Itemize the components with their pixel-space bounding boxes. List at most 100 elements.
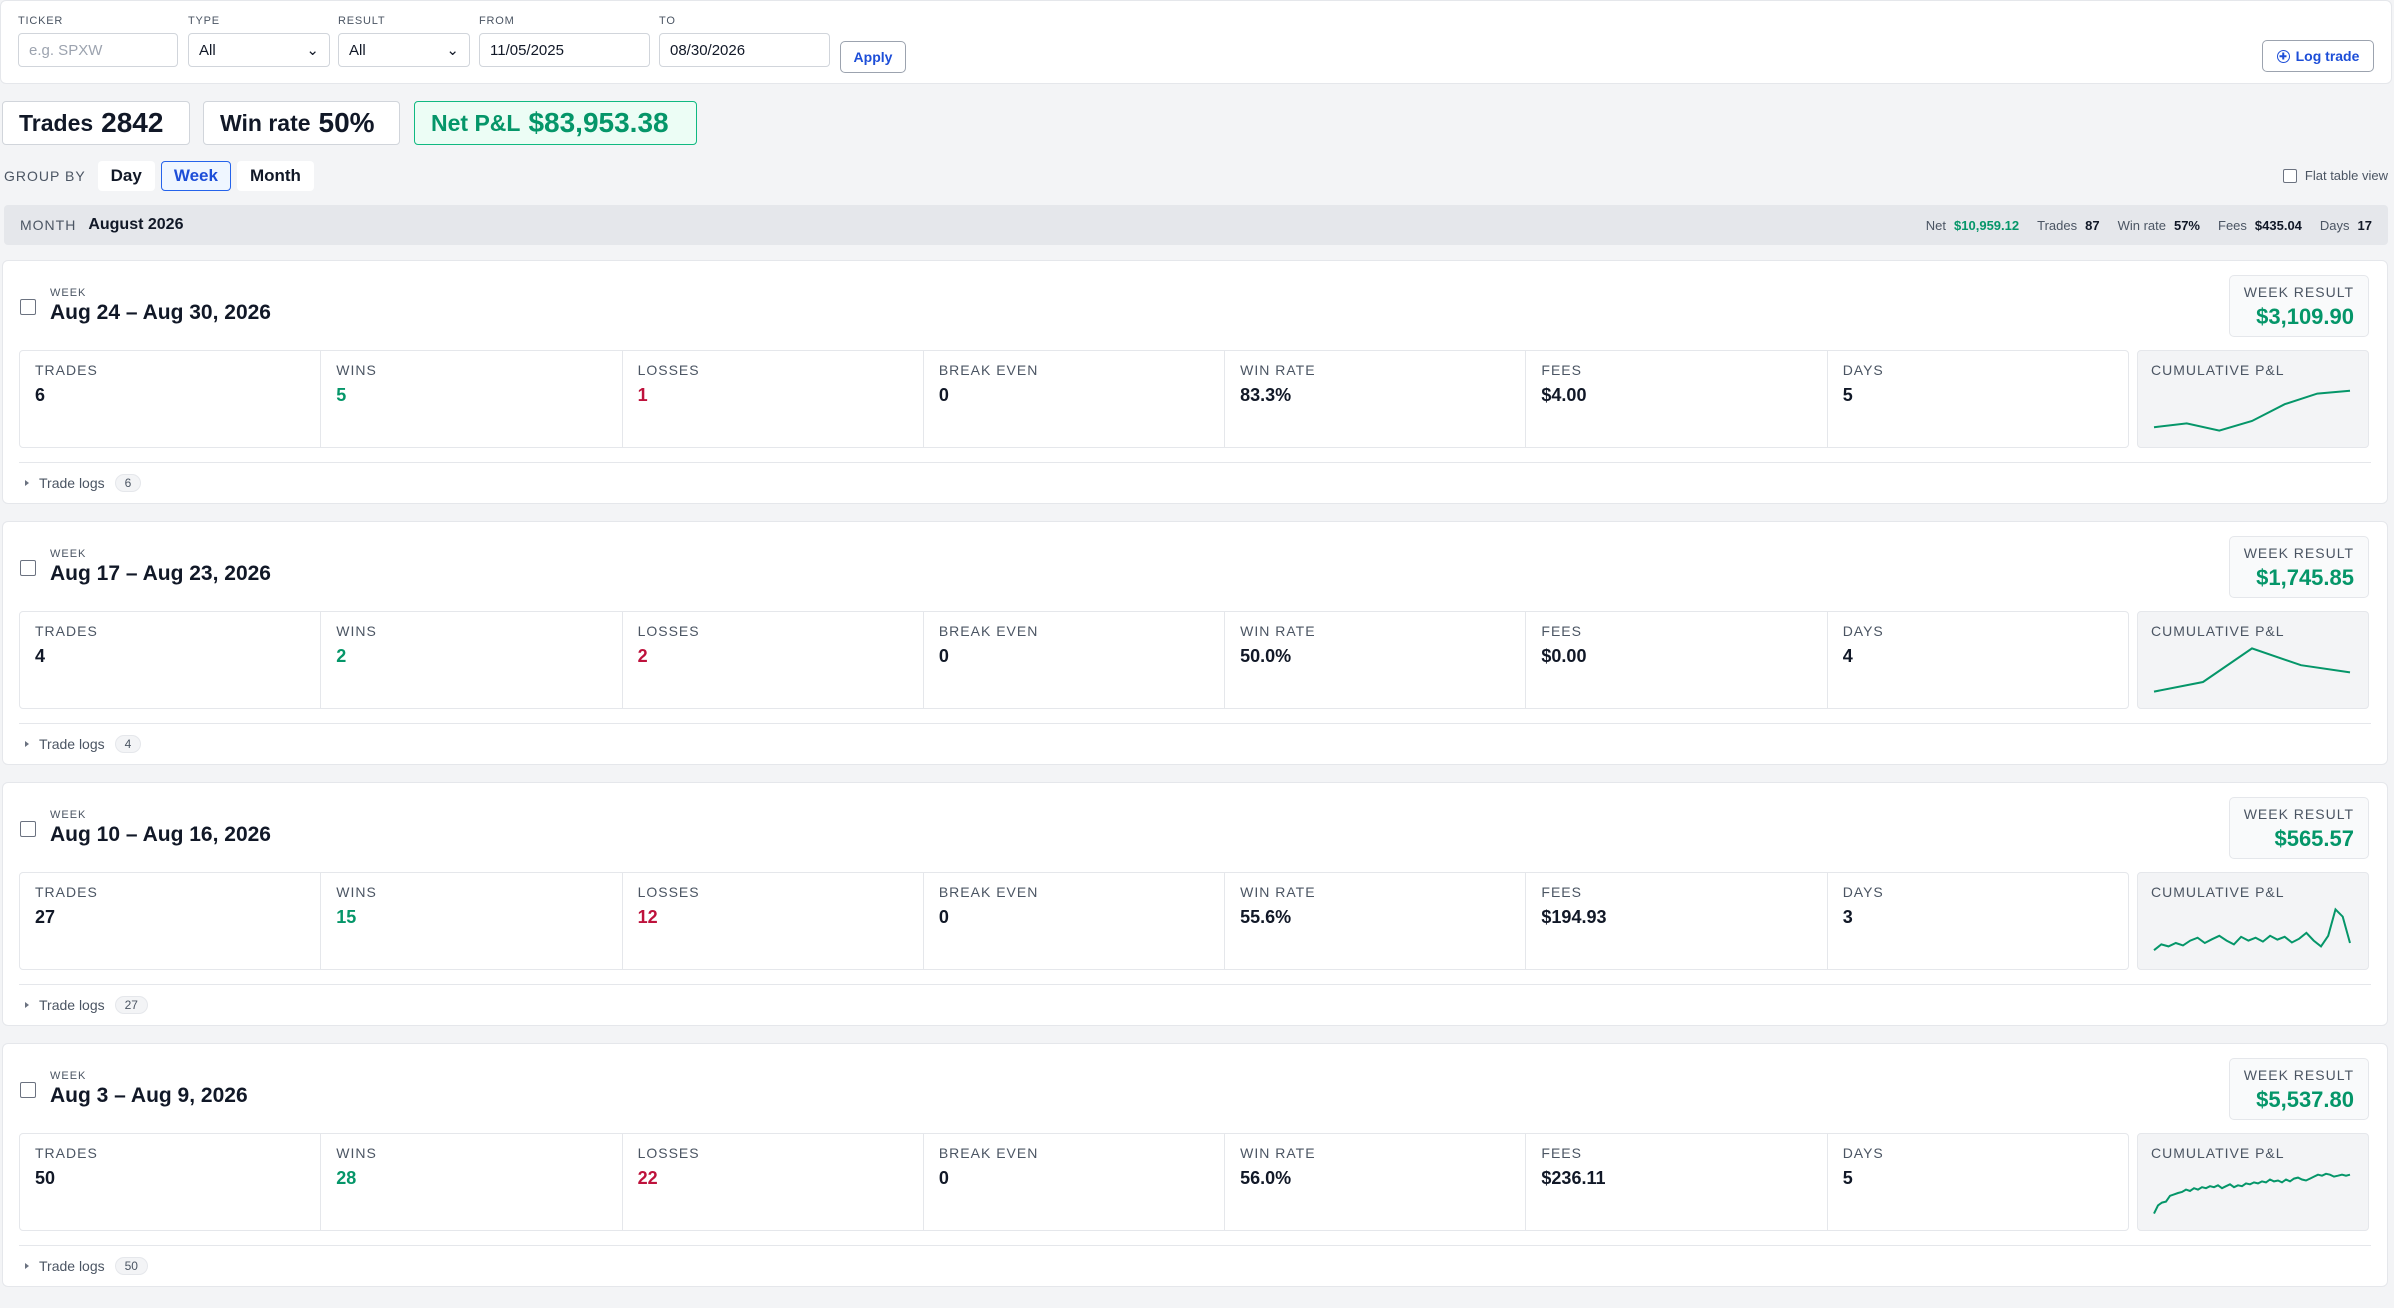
week-card: WEEK Aug 24 – Aug 30, 2026 WEEK RESULT $…	[2, 260, 2388, 504]
month-trades-value: 87	[2085, 217, 2100, 233]
month-winrate-value: 57%	[2173, 217, 2200, 233]
log-trade-button[interactable]: Log trade	[2262, 40, 2374, 72]
from-date-input[interactable]: 11/05/2025	[479, 33, 650, 67]
week-result: WEEK RESULT $5,537.80	[2229, 1058, 2369, 1120]
net-pnl-value: $83,953.38	[528, 107, 669, 138]
trade-logs-toggle[interactable]: Trade logs 50	[25, 1257, 148, 1275]
stat-break-even: BREAK EVEN 0	[924, 612, 1226, 708]
flat-table-toggle[interactable]: Flat table view	[2282, 168, 2388, 183]
from-field: FROM 11/05/2025	[479, 15, 650, 67]
stat-label: WIN RATE	[1240, 1145, 1316, 1161]
stat-value: 50.0%	[1240, 646, 1292, 666]
stat-value: $194.93	[1541, 907, 1607, 927]
trade-logs-count: 4	[114, 735, 142, 753]
to-label: TO	[659, 15, 676, 27]
stat-value: 15	[336, 907, 357, 927]
stat-value: 50	[35, 1168, 56, 1188]
month-winrate-label: Win rate	[2117, 217, 2166, 233]
trade-logs-toggle[interactable]: Trade logs 27	[25, 996, 148, 1014]
stat-trades: TRADES 27	[20, 873, 322, 969]
stat-label: BREAK EVEN	[938, 884, 1039, 900]
stat-value: 3	[1842, 907, 1853, 927]
trade-logs-count: 50	[114, 1257, 148, 1275]
ticker-input[interactable]	[18, 33, 178, 67]
stat-label: WINS	[336, 623, 377, 639]
week-select-checkbox[interactable]	[20, 560, 36, 576]
week-result-value: $1,745.85	[2256, 565, 2354, 590]
stat-days: DAYS 5	[1828, 351, 2128, 447]
stat-label: LOSSES	[637, 884, 700, 900]
from-label: FROM	[479, 15, 515, 27]
stat-value: 22	[637, 1168, 658, 1188]
stat-label: LOSSES	[637, 362, 700, 378]
to-field: TO 08/30/2026	[659, 15, 830, 67]
stat-label: WIN RATE	[1240, 884, 1316, 900]
week-result-label: WEEK RESULT	[2243, 1067, 2354, 1083]
sparkline-path	[2153, 389, 2351, 432]
stat-label: LOSSES	[637, 623, 700, 639]
stat-value: 0	[938, 385, 949, 405]
month-days-value: 17	[2357, 217, 2372, 233]
trade-logs-toggle[interactable]: Trade logs 4	[25, 735, 142, 753]
apply-button[interactable]: Apply	[840, 41, 906, 73]
stat-value: 0	[938, 907, 949, 927]
result-select[interactable]: All ⌄	[338, 33, 470, 67]
week-select-checkbox[interactable]	[20, 299, 36, 315]
stat-value: 55.6%	[1240, 907, 1292, 927]
trade-logs-toggle[interactable]: Trade logs 6	[25, 474, 142, 492]
winrate-summary-value: 50%	[318, 107, 375, 138]
stat-break-even: BREAK EVEN 0	[924, 351, 1226, 447]
stat-value: 2	[336, 646, 347, 666]
cumulative-pnl-chart: CUMULATIVE P&L	[2137, 611, 2369, 709]
stat-wins: WINS 28	[321, 1134, 623, 1230]
stat-label: DAYS	[1842, 623, 1884, 639]
week-result-value: $565.57	[2274, 826, 2354, 851]
group-by-label: GROUP BY	[4, 168, 86, 184]
week-stats: TRADES 27 WINS 15 LOSSES 12 BREAK EVEN 0 WIN…	[19, 872, 2129, 970]
result-label: RESULT	[338, 15, 386, 27]
stat-wins: WINS 5	[321, 351, 623, 447]
stat-label: WINS	[336, 884, 377, 900]
type-select[interactable]: All ⌄	[188, 33, 330, 67]
caret-right-icon	[25, 1263, 29, 1269]
ticker-label: TICKER	[18, 15, 64, 27]
stat-label: TRADES	[35, 623, 98, 639]
month-stats: Net $10,959.12 Trades 87 Win rate 57% Fe…	[1908, 205, 2372, 245]
month-fees-value: $435.04	[2254, 217, 2302, 233]
cumulative-pnl-sparkline	[2153, 1172, 2351, 1215]
stat-value: 12	[637, 907, 658, 927]
week-select-checkbox[interactable]	[20, 821, 36, 837]
week-label: WEEK	[50, 548, 87, 560]
stat-days: DAYS 3	[1828, 873, 2128, 969]
week-result-value: $5,537.80	[2256, 1087, 2354, 1112]
to-date-input[interactable]: 08/30/2026	[659, 33, 830, 67]
flat-table-checkbox[interactable]	[2282, 168, 2297, 183]
type-select-value: All	[199, 41, 216, 59]
divider	[19, 984, 2371, 985]
week-stats: TRADES 6 WINS 5 LOSSES 1 BREAK EVEN 0 WIN RA…	[19, 350, 2129, 448]
stat-break-even: BREAK EVEN 0	[924, 873, 1226, 969]
winrate-summary-label: Win rate	[220, 109, 311, 136]
week-select-checkbox[interactable]	[20, 1082, 36, 1098]
chevron-down-icon: ⌄	[446, 42, 459, 59]
stat-label: FEES	[1541, 884, 1582, 900]
caret-right-icon	[25, 1002, 29, 1008]
plus-circle-icon	[2276, 49, 2290, 63]
trade-logs-count: 6	[114, 474, 142, 492]
group-by-week-button[interactable]: Week	[160, 161, 231, 191]
group-by-day-button[interactable]: Day	[97, 161, 155, 191]
sparkline-path	[2153, 1172, 2351, 1215]
week-result-label: WEEK RESULT	[2243, 545, 2354, 561]
month-trades-label: Trades	[2037, 217, 2078, 233]
stat-label: TRADES	[35, 1145, 98, 1161]
filter-bar: TICKER TYPE All ⌄ RESULT All ⌄ FROM 11/0…	[0, 0, 2392, 84]
stat-label: FEES	[1541, 623, 1582, 639]
caret-right-icon	[25, 741, 29, 747]
winrate-summary: Win rate 50%	[203, 101, 400, 145]
stat-losses: LOSSES 22	[623, 1134, 924, 1230]
trade-logs-label: Trade logs	[39, 1258, 105, 1274]
group-by-month-button[interactable]: Month	[236, 161, 314, 191]
week-title: Aug 17 – Aug 23, 2026	[50, 562, 271, 585]
stat-wins: WINS 15	[321, 873, 623, 969]
divider	[19, 462, 2371, 463]
